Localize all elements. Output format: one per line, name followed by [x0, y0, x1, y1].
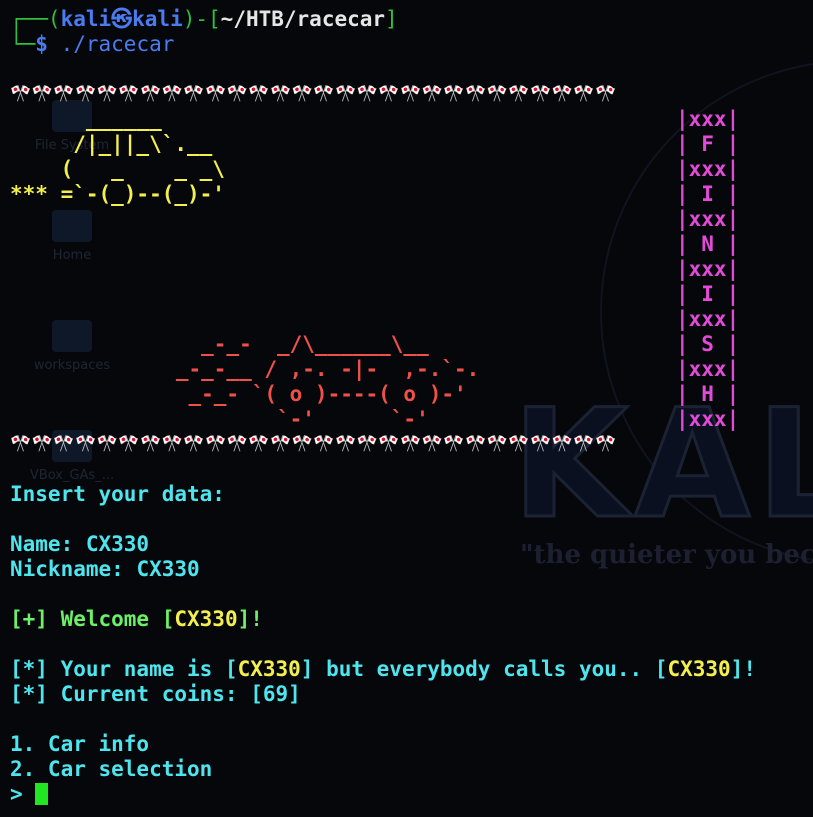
terminal-window[interactable]: File System Home workspaces VBox_GAs_...…: [0, 0, 813, 817]
yellow-car-ascii: ______ /|_||_\`.__ ( _ _ _\ *** =`-(_)--…: [10, 107, 225, 206]
your-nickname-value: CX330: [667, 657, 731, 681]
input-prompt: >: [10, 782, 36, 806]
prompt-path: ~/HTB/racecar: [220, 7, 386, 31]
name-line: Name: CX330: [10, 532, 149, 557]
flag-row-top: 🎌🎌🎌🎌🎌🎌🎌🎌🎌🎌🎌🎌🎌🎌🎌🎌🎌🎌🎌🎌🎌🎌🎌🎌🎌🎌🎌🎌: [10, 84, 617, 104]
menu-option-car-selection: 2. Car selection: [10, 757, 213, 781]
name-label: Name:: [10, 532, 86, 556]
your-name-prefix: [*] Your name is [: [10, 657, 238, 681]
prompt-frame: └─: [10, 32, 36, 56]
desktop-icon-home: Home: [12, 210, 132, 263]
your-name-suffix: ]!: [730, 657, 756, 681]
kali-logo-watermark: KALI: [511, 377, 813, 554]
kali-tagline-watermark: "the quieter you become: [520, 540, 813, 570]
your-name-value: CX330: [237, 657, 301, 681]
prompt-frame: )-[: [182, 7, 221, 31]
home-folder-icon: [52, 210, 92, 242]
your-name-middle: ] but everybody calls you.. [: [300, 657, 668, 681]
terminal-cursor[interactable]: [35, 783, 49, 805]
welcome-prefix: [+] Welcome [: [10, 607, 175, 631]
nickname-line: Nickname: CX330: [10, 557, 200, 582]
desktop-icon-label: Home: [52, 248, 92, 263]
folder-icon: [52, 320, 92, 352]
your-name-line: [*] Your name is [CX330] but everybody c…: [10, 657, 756, 682]
command-text: ./racecar: [47, 32, 175, 56]
menu-option-car-info: 1. Car info: [10, 732, 150, 756]
prompt-line-2: └─$ ./racecar: [10, 32, 174, 57]
finish-line-ascii: |xxx| | F | |xxx| | I | |xxx| | N | |xxx…: [676, 107, 740, 431]
desktop-icon-label: workspaces: [33, 358, 111, 373]
coins-line: [*] Current coins: [69]: [10, 682, 301, 706]
insert-data-heading: Insert your data:: [10, 482, 225, 506]
name-value: CX330: [85, 532, 150, 556]
red-car-ascii: _-_- _/\______\__ _-_-__ / ,-. -|- ,-.`-…: [175, 332, 480, 431]
nickname-value: CX330: [136, 557, 200, 581]
prompt-user: kali㉿kali: [60, 7, 183, 31]
welcome-line: [+] Welcome [CX330]!: [10, 607, 263, 632]
prompt-frame: ]: [385, 7, 398, 31]
prompt-line-1: ┌──(kali㉿kali)-[~/HTB/racecar]: [10, 7, 398, 32]
prompt-dollar: $: [35, 32, 48, 56]
welcome-suffix: ]!: [237, 607, 263, 631]
welcome-name: CX330: [174, 607, 238, 631]
desktop-icon-label: VBox_GAs_...: [29, 468, 115, 483]
nickname-label: Nickname:: [10, 557, 137, 581]
input-line[interactable]: >: [10, 782, 49, 807]
prompt-frame: ┌──(: [10, 7, 61, 31]
flag-row-bottom: 🎌🎌🎌🎌🎌🎌🎌🎌🎌🎌🎌🎌🎌🎌🎌🎌🎌🎌🎌🎌🎌🎌🎌🎌🎌🎌🎌🎌: [10, 434, 617, 454]
